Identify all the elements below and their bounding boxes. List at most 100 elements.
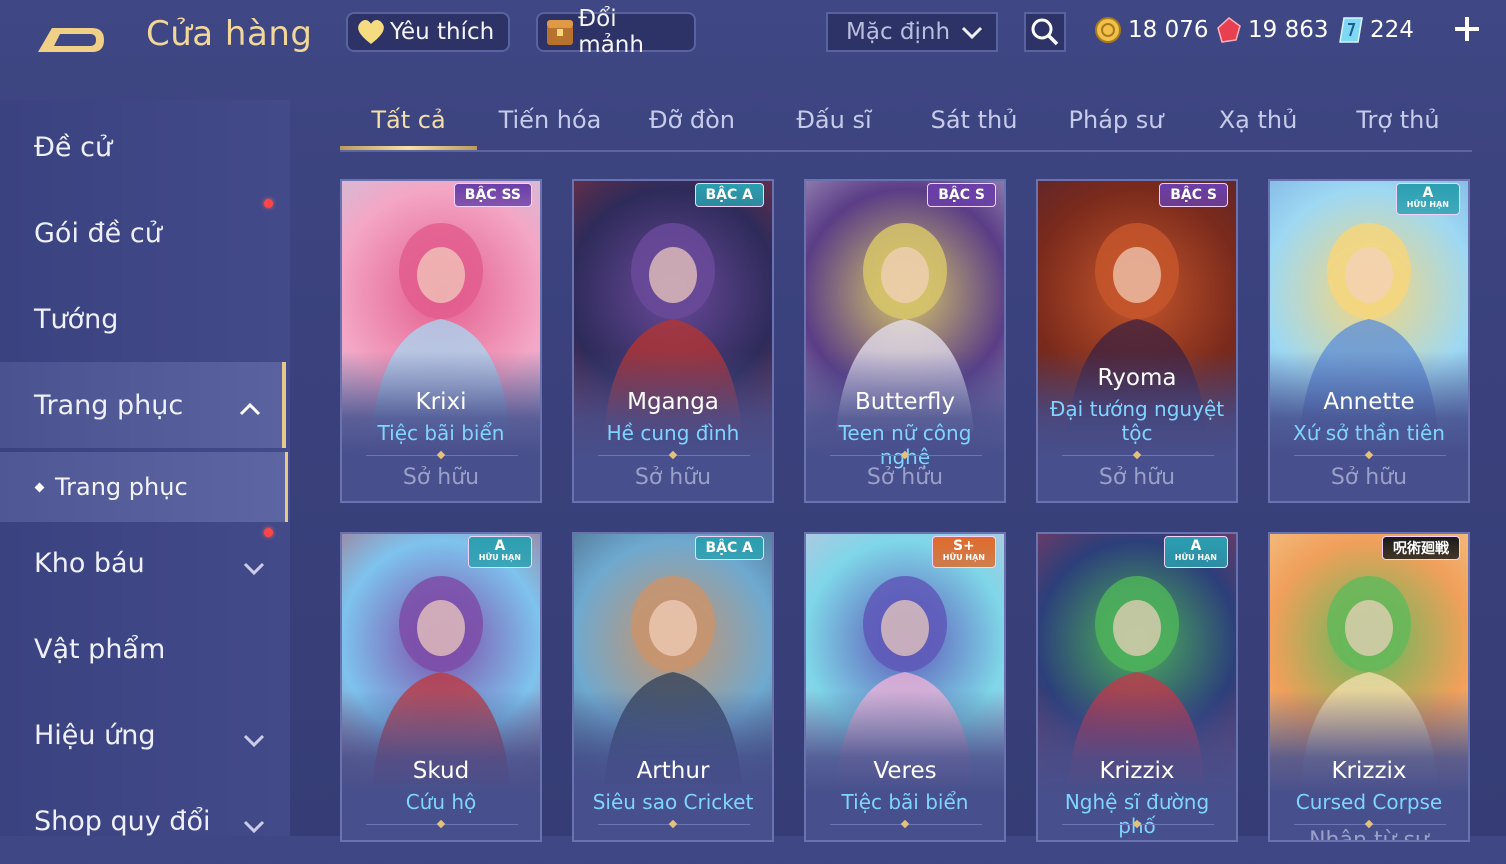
card-divider	[1294, 455, 1446, 456]
tier-badge: BẬC S	[1159, 183, 1228, 207]
skin-card[interactable]: BẬC S Butterfly Teen nữ công nghệSở hữu	[804, 179, 1006, 503]
tab-all[interactable]: Tất cả	[340, 106, 477, 134]
ownership-status: Sở hữu	[402, 465, 480, 490]
active-tab-indicator	[340, 146, 477, 150]
back-button[interactable]	[34, 18, 114, 58]
tier-badge: BẬC A	[694, 536, 764, 560]
skin-card[interactable]: S+ HỮU HẠN Veres Tiệc bãi biển	[804, 532, 1006, 842]
exchange-button[interactable]: Đổi mảnh	[536, 6, 696, 58]
hero-name: Butterfly	[854, 389, 956, 415]
add-currency-button[interactable]	[1452, 14, 1482, 44]
hero-name: Krixi	[415, 389, 467, 415]
chevron-down-icon	[242, 812, 266, 843]
sidebar-item-treasure[interactable]: Kho báu	[0, 520, 286, 606]
sidebar-item-heroes[interactable]: Tướng	[0, 276, 286, 362]
tier-badge: BẬC SS	[453, 183, 532, 207]
ownership-status: Sở hữu	[1098, 465, 1176, 490]
ruby-amount: 19 863	[1248, 17, 1329, 43]
sidebar-item-exchange-shop[interactable]: Shop quy đổi	[0, 778, 286, 864]
chevron-down-icon	[960, 22, 984, 48]
sidebar-item-label: Shop quy đổi	[34, 805, 211, 837]
sidebar-item-label: Trang phục	[34, 389, 184, 421]
skin-card[interactable]: BẬC A Arthur Siêu sao Cricket	[572, 532, 774, 842]
tab-mage[interactable]: Pháp sư	[1048, 106, 1184, 134]
gold-coin-icon	[1094, 16, 1122, 44]
skin-name: Đại tướng nguyệt tộc	[1049, 397, 1225, 445]
diamond-bullet-icon	[34, 482, 45, 492]
tier-badge: 呪術廻戦	[1382, 536, 1460, 560]
card-divider	[366, 824, 518, 825]
card-divider	[1062, 455, 1214, 456]
badge-subtitle: HỮU HẠN	[1406, 200, 1449, 209]
hero-name: Krizzix	[1331, 758, 1407, 784]
skin-name: Tiệc bãi biển	[377, 421, 505, 445]
heart-icon	[354, 16, 388, 48]
skin-card[interactable]: BẬC SS Krixi Tiệc bãi biển Sở hữu	[340, 179, 542, 503]
skin-card[interactable]: BẬC A Mganga Hề cung đình Sở hữu	[572, 179, 774, 503]
chevron-down-icon	[242, 726, 266, 757]
hero-name: Krizzix	[1099, 758, 1175, 784]
tier-badge: A HỮU HẠN	[1395, 183, 1460, 215]
card-divider	[830, 824, 982, 825]
skin-name: Nghệ sĩ đường phố	[1064, 790, 1210, 838]
sidebar-item-bundles[interactable]: Gói đề cử	[0, 190, 286, 276]
skin-card[interactable]: BẬC S Ryoma Đại tướng nguyệt tộc Sở hữu	[1036, 179, 1238, 503]
ruby-icon	[1216, 16, 1242, 44]
hero-name: Arthur	[636, 758, 710, 784]
tab-fighter[interactable]: Đấu sĩ	[766, 106, 902, 134]
exchange-label: Đổi mảnh	[578, 6, 644, 58]
skin-name: Cứu hộ	[405, 790, 477, 814]
skin-card[interactable]: 呪術廻戦 Krizzix Cursed Corpse Nhận từ sự	[1268, 532, 1470, 842]
sidebar-item-label: Vật phẩm	[34, 633, 166, 665]
chevron-up-icon	[238, 394, 262, 425]
card-divider	[830, 455, 982, 456]
sidebar-item-label: Gói đề cử	[34, 217, 162, 249]
top-bar: Cửa hàng Yêu thích Đổi mảnh Mặc định 18 …	[0, 0, 1506, 76]
card-divider	[598, 455, 750, 456]
skin-card[interactable]: AHỮU HẠN Krizzix Nghệ sĩ đường phố	[1036, 532, 1238, 842]
gold-balance: 18 076	[1094, 14, 1208, 46]
sort-dropdown[interactable]: Mặc định	[826, 12, 998, 52]
notification-dot	[264, 199, 273, 208]
skin-card[interactable]: A HỮU HẠN Annette Xứ sở thần tiên Sở hữu	[1268, 179, 1470, 503]
sidebar-item-label: Đề cử	[34, 131, 113, 163]
search-button[interactable]	[1024, 12, 1066, 52]
tab-assassin[interactable]: Sát thủ	[906, 106, 1042, 134]
skin-name: Tiệc bãi biển	[841, 790, 969, 814]
plus-icon	[1455, 17, 1479, 41]
sidebar-item-items[interactable]: Vật phẩm	[0, 606, 286, 692]
ruby-balance: 19 863	[1216, 14, 1328, 46]
badge-subtitle: HỮU HẠN	[1174, 553, 1217, 562]
tab-support[interactable]: Trợ thủ	[1330, 106, 1466, 134]
tab-evolution[interactable]: Tiến hóa	[482, 106, 618, 134]
sort-value: Mặc định	[846, 19, 951, 45]
favorites-button[interactable]: Yêu thích	[346, 12, 510, 52]
voucher-amount: 224	[1370, 17, 1414, 43]
favorites-label: Yêu thích	[390, 19, 495, 45]
skin-name: Hề cung đình	[606, 421, 740, 445]
ownership-status: Sở hữu	[634, 465, 712, 490]
skin-card[interactable]: A HỮU HẠN Skud Cứu hộ	[340, 532, 542, 842]
ownership-status: Nhận từ sự	[1309, 828, 1429, 842]
card-divider	[1062, 824, 1214, 825]
tier-badge: BẬC S	[927, 183, 996, 207]
hero-name: Mganga	[627, 389, 719, 415]
badge-subtitle: HỮU HẠN	[942, 553, 985, 562]
chest-icon	[544, 16, 576, 48]
sidebar-subitem-label: Trang phục	[55, 473, 188, 501]
tab-tank[interactable]: Đỡ đòn	[624, 106, 760, 134]
sidebar-item-label: Kho báu	[34, 547, 145, 579]
sidebar-subitem-skins[interactable]: Trang phục	[0, 452, 288, 522]
card-divider	[366, 455, 518, 456]
page-title: Cửa hàng	[146, 14, 313, 54]
tier-badge: S+ HỮU HẠN	[931, 536, 996, 568]
hero-name: Veres	[873, 758, 937, 784]
sidebar-item-effects[interactable]: Hiệu ứng	[0, 692, 286, 778]
hero-name: Annette	[1323, 389, 1415, 415]
sidebar-item-recommended[interactable]: Đề cử	[0, 104, 286, 190]
back-arrow-icon	[38, 28, 104, 52]
tab-marksman[interactable]: Xạ thủ	[1190, 106, 1326, 134]
skin-name: Xứ sở thần tiên	[1293, 421, 1445, 445]
sidebar-item-skins[interactable]: Trang phục	[0, 362, 286, 448]
tier-badge: A HỮU HẠN	[467, 536, 532, 568]
